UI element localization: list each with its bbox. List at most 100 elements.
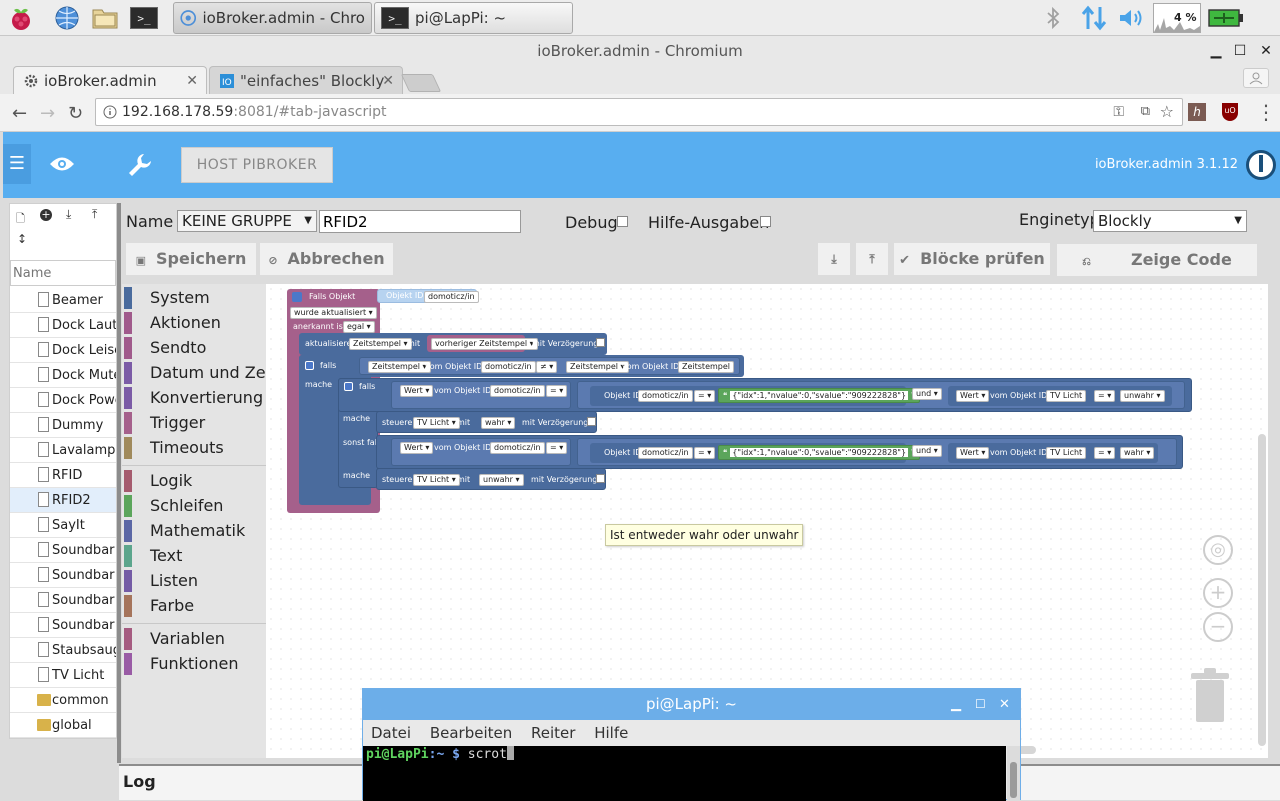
tv-licht-control-field-2[interactable]: TV Licht ▾ bbox=[413, 474, 460, 486]
tree-item[interactable]: Beamer bbox=[10, 288, 116, 313]
tv-licht-control-field[interactable]: TV Licht ▾ bbox=[413, 417, 460, 429]
trigger-oid-field[interactable]: domoticz/in bbox=[424, 291, 479, 303]
if-inner-header[interactable]: falls Wert ▾ vom Objekt ID domoticz/in =… bbox=[338, 378, 1192, 412]
close-icon[interactable]: ✕ bbox=[999, 689, 1010, 720]
tree-item[interactable]: Lavalampe bbox=[10, 438, 116, 463]
toolbox-category[interactable]: Logik bbox=[122, 470, 192, 492]
file-manager-icon[interactable] bbox=[90, 3, 120, 33]
new-tab-button[interactable] bbox=[400, 74, 442, 92]
tree-item[interactable]: Soundbar P bbox=[10, 588, 116, 613]
volume-icon[interactable] bbox=[1117, 6, 1147, 33]
export-icon[interactable]: ⤒ bbox=[92, 207, 97, 222]
tree-item[interactable]: Dummy bbox=[10, 413, 116, 438]
gear-icon[interactable] bbox=[292, 292, 302, 302]
object-id-compare-block[interactable]: Objekt ID domoticz/in = ▾ ❝ {"idx":1,"nva… bbox=[590, 386, 921, 406]
eq-field-3[interactable]: = ▾ bbox=[1094, 390, 1116, 402]
oid-field[interactable]: domoticz/in bbox=[481, 361, 536, 373]
task-terminal[interactable]: >_ pi@LapPi: ~ bbox=[374, 2, 573, 34]
prev-timestamp-block[interactable]: vorheriger Zeitstempel ▾ bbox=[427, 335, 538, 352]
toolbox-category[interactable]: Farbe bbox=[122, 595, 194, 617]
menu-bearbeiten[interactable]: Bearbeiten bbox=[430, 724, 512, 742]
minimize-icon[interactable]: ▁ bbox=[951, 689, 961, 720]
maximize-icon[interactable]: ☐ bbox=[975, 689, 986, 720]
control-block[interactable]: steuere TV Licht ▾ mit wahr ▾ mit Verzög… bbox=[376, 411, 597, 433]
ublock-icon[interactable]: uO bbox=[1222, 103, 1238, 121]
true-field[interactable]: wahr ▾ bbox=[481, 417, 516, 429]
host-button[interactable]: HOST PIBROKER bbox=[181, 147, 333, 183]
toolbox-category[interactable]: Sendto bbox=[122, 337, 206, 359]
toolbox-category[interactable]: Listen bbox=[122, 570, 198, 592]
close-icon[interactable]: ✕ bbox=[1256, 41, 1276, 61]
compare-value-block-2[interactable]: Wert ▾ vom Objekt ID domoticz/in = ▾ bbox=[391, 438, 571, 466]
json-text-block[interactable]: ❝ {"idx":1,"nvalue":0,"svalue":"909222828… bbox=[718, 388, 921, 403]
and-block[interactable]: Objekt ID domoticz/in = ▾ ❝ {"idx":1,"nva… bbox=[577, 381, 1185, 409]
toolbox-category[interactable]: Schleifen bbox=[122, 495, 223, 517]
terminal-titlebar[interactable]: pi@LapPi: ~ ▁ ☐ ✕ bbox=[363, 689, 1020, 720]
oid-field-4[interactable]: domoticz/in bbox=[490, 442, 545, 454]
terminal-launcher-icon[interactable]: >_ bbox=[129, 3, 159, 33]
toolbox-category[interactable]: Datum und Zeit bbox=[122, 362, 276, 384]
tab-einfaches-blockly[interactable]: IO "einfaches" Blockly ✕ bbox=[209, 66, 403, 94]
tree-item[interactable]: RFID2 bbox=[10, 488, 116, 513]
timestamp-field-2[interactable]: Zeitstempel ▾ bbox=[566, 361, 629, 373]
update-block[interactable]: aktualisiere Zeitstempel ▾ mit vorherige… bbox=[299, 333, 607, 355]
else-if-row[interactable]: Wert ▾ vom Objekt ID domoticz/in = ▾ Obj… bbox=[376, 435, 1183, 469]
value-compare-block[interactable]: Wert ▾ vom Objekt ID TV Licht = ▾ unwahr… bbox=[948, 386, 1172, 406]
help-checkbox[interactable] bbox=[760, 216, 771, 227]
save-button[interactable]: ▣ Speichern bbox=[126, 243, 256, 275]
show-code-button[interactable]: ⎌ Zeige Code bbox=[1057, 244, 1257, 276]
delay-checkbox-3[interactable] bbox=[596, 474, 605, 483]
export-blocks-button[interactable]: ⤓ bbox=[818, 243, 850, 275]
trigger-oid-block[interactable]: Objekt ID domoticz/in bbox=[377, 289, 479, 303]
delay-checkbox[interactable] bbox=[596, 338, 605, 347]
eq-field-5[interactable]: = ▾ bbox=[694, 447, 716, 459]
center-target-icon[interactable]: ◎ bbox=[1203, 535, 1233, 565]
tab-iobroker-admin[interactable]: ioBroker.admin ✕ bbox=[13, 66, 207, 94]
object-id-compare-block-2[interactable]: Objekt ID domoticz/in = ▾ ❝ {"idx":1,"nva… bbox=[590, 443, 921, 463]
toolbox-category[interactable]: Timeouts bbox=[122, 437, 224, 459]
hamburger-menu-icon[interactable]: ☰ bbox=[3, 144, 31, 184]
eq-field[interactable]: = ▾ bbox=[546, 385, 568, 397]
oid-field-5[interactable]: domoticz/in bbox=[638, 447, 693, 459]
terminal-output[interactable]: pi@LapPi:~ $ scrot bbox=[363, 746, 1006, 801]
value-field-4[interactable]: Wert ▾ bbox=[956, 447, 990, 459]
timestamp-oid-field[interactable]: Zeitstempel bbox=[678, 361, 735, 373]
tree-item[interactable]: RFID bbox=[10, 463, 116, 488]
panel-splitter[interactable] bbox=[117, 203, 121, 763]
battery-icon[interactable] bbox=[1208, 8, 1244, 31]
delay-checkbox-2[interactable] bbox=[587, 417, 596, 426]
neq-field[interactable]: ≠ ▾ bbox=[536, 361, 558, 373]
control-block-2[interactable]: steuere TV Licht ▾ mit unwahr ▾ mit Verz… bbox=[376, 468, 606, 490]
tree-item[interactable]: Dock Leiser bbox=[10, 338, 116, 363]
eq-field-2[interactable]: = ▾ bbox=[694, 390, 716, 402]
zoom-in-icon[interactable]: + bbox=[1203, 578, 1233, 608]
cancel-button[interactable]: ⊘ Abbrechen bbox=[260, 243, 393, 275]
menu-reiter[interactable]: Reiter bbox=[531, 724, 575, 742]
value-compare-block-2[interactable]: Wert ▾ vom Objekt ID TV Licht = ▾ wahr ▾ bbox=[948, 443, 1158, 463]
tree-search-input[interactable] bbox=[10, 260, 116, 286]
toolbox-category[interactable]: Aktionen bbox=[122, 312, 221, 334]
script-name-input[interactable] bbox=[319, 210, 521, 233]
wrench-icon[interactable] bbox=[127, 152, 153, 178]
compare-value-block[interactable]: Wert ▾ vom Objekt ID domoticz/in = ▾ bbox=[391, 381, 571, 409]
gear-icon[interactable] bbox=[344, 382, 353, 391]
update-target-field[interactable]: Zeitstempel ▾ bbox=[349, 338, 412, 350]
tree-item[interactable]: TV Licht bbox=[10, 663, 116, 688]
tab-close-icon[interactable]: ✕ bbox=[382, 67, 394, 94]
ack-field[interactable]: egal ▾ bbox=[343, 321, 375, 333]
toolbox-category[interactable]: System bbox=[122, 287, 210, 309]
tree-item[interactable]: Soundbar Q bbox=[10, 613, 116, 638]
tv-licht-field[interactable]: TV Licht bbox=[1046, 390, 1087, 402]
tree-item[interactable]: Dock Lautet bbox=[10, 313, 116, 338]
tree-item[interactable]: Dock Mute bbox=[10, 363, 116, 388]
blockly-workspace[interactable]: Objekt ID domoticz/in Falls Objekt wurde… bbox=[266, 284, 1268, 758]
raspberry-menu-icon[interactable] bbox=[6, 3, 36, 33]
key-icon[interactable]: ⚿ bbox=[1113, 99, 1124, 125]
and-field-2[interactable]: und ▾ bbox=[912, 445, 942, 457]
import-icon[interactable]: ⤓ bbox=[66, 207, 71, 222]
workspace-vscrollbar[interactable] bbox=[1258, 434, 1266, 746]
tree-item[interactable]: SayIt bbox=[10, 513, 116, 538]
eye-icon[interactable] bbox=[49, 154, 75, 174]
and-block-2[interactable]: Objekt ID domoticz/in = ▾ ❝ {"idx":1,"nva… bbox=[577, 438, 1177, 466]
add-folder-icon[interactable]: + bbox=[40, 209, 52, 221]
